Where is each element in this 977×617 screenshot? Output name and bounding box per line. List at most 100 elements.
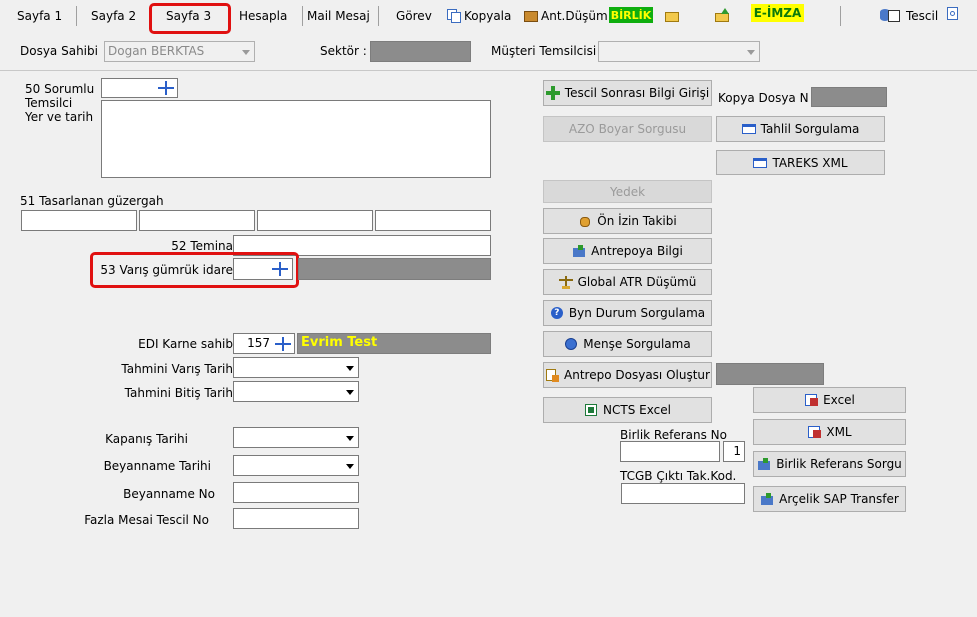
- copy-icon: [446, 8, 462, 24]
- kopya-dosya-label: Kopya Dosya N: [718, 91, 809, 105]
- f52-teminat-input[interactable]: [233, 235, 491, 256]
- kapanis-tarihi-label: Kapanış Tarihi: [105, 432, 188, 446]
- ant-dusum-button[interactable]: Ant.Düşüm: [523, 6, 608, 26]
- global-atr-button[interactable]: Global ATR Düşümü: [543, 269, 712, 295]
- lookup-icon[interactable]: [271, 261, 289, 277]
- f51-label: 51 Tasarlanan güzergah: [20, 194, 164, 208]
- help-icon: ?: [550, 306, 564, 320]
- sektor-field[interactable]: [370, 41, 471, 62]
- birlik-referans-count[interactable]: 1: [723, 441, 745, 462]
- beyanname-no-input[interactable]: [233, 482, 359, 503]
- musteri-temsilcisi-select[interactable]: [598, 41, 760, 62]
- tescil-sonrasi-button[interactable]: Tescil Sonrası Bilgi Girişi: [543, 80, 712, 106]
- header-divider: [0, 70, 977, 71]
- f51-guzergah-input-4[interactable]: [375, 210, 491, 231]
- mense-sorgulama-button[interactable]: Menşe Sorgulama: [543, 331, 712, 357]
- ncts-excel-button[interactable]: NCTS Excel: [543, 397, 712, 423]
- chevron-down-icon: [346, 365, 354, 371]
- tareks-xml-button[interactable]: TAREKS XML: [716, 150, 885, 175]
- tab-sayfa-3[interactable]: Sayfa 3: [166, 9, 211, 23]
- preview-icon[interactable]: [945, 6, 961, 22]
- kopyala-button[interactable]: Kopyala: [446, 6, 511, 26]
- f50-label-line1: 50 Sorumlu: [25, 82, 95, 96]
- fazla-mesai-input[interactable]: [233, 508, 359, 529]
- excel-icon: [584, 403, 598, 417]
- folder-open-icon[interactable]: [664, 8, 680, 24]
- window-icon: [741, 122, 756, 136]
- chevron-down-icon: [346, 463, 354, 469]
- tahmini-bitis-select[interactable]: [233, 381, 359, 402]
- azo-boyar-button[interactable]: AZO Boyar Sorgusu: [543, 116, 712, 142]
- f53-varis-gumruk-input[interactable]: [233, 258, 293, 280]
- yedek-button[interactable]: Yedek: [543, 180, 712, 203]
- lookup-icon[interactable]: [274, 336, 292, 352]
- arcelik-sap-button[interactable]: Arçelik SAP Transfer: [753, 486, 906, 512]
- byn-durum-button[interactable]: ? Byn Durum Sorgulama: [543, 300, 712, 326]
- hand-icon: [578, 214, 592, 228]
- beyanname-tarihi-select[interactable]: [233, 455, 359, 476]
- mail-mesaj-menu[interactable]: Mail Mesaj: [307, 9, 370, 23]
- export-icon: [804, 393, 819, 407]
- excel-button[interactable]: Excel: [753, 387, 906, 413]
- f53-gumruk-name-field: [298, 258, 491, 280]
- toolbar-separator: [840, 6, 841, 26]
- birlik-referans-input[interactable]: [620, 441, 720, 462]
- f53-label: 53 Varış gümrük idare: [100, 263, 233, 277]
- dosya-sahibi-select[interactable]: Dogan BERKTAS: [104, 41, 255, 62]
- fazla-mesai-label: Fazla Mesai Tescil No: [84, 513, 209, 527]
- beyanname-no-label: Beyanname No: [123, 487, 215, 501]
- chevron-down-icon: [747, 49, 755, 55]
- menu-bar: Sayfa 1 Sayfa 2 Sayfa 3 Hesapla Mail Mes…: [0, 0, 977, 34]
- tahmini-bitis-label: Tahmini Bitiş Tarih: [124, 386, 233, 400]
- window-icon: [753, 156, 768, 170]
- on-izin-takibi-button[interactable]: Ön İzin Takibi: [543, 208, 712, 234]
- edi-karne-input[interactable]: 157: [233, 333, 295, 354]
- box-icon: [523, 8, 539, 24]
- tahlil-sorgulama-button[interactable]: Tahlil Sorgulama: [716, 116, 885, 142]
- menu-separator: [378, 6, 379, 26]
- tahmini-varis-select[interactable]: [233, 357, 359, 378]
- f51-guzergah-input-2[interactable]: [139, 210, 255, 231]
- warehouse-icon: [572, 244, 586, 258]
- f51-guzergah-input-3[interactable]: [257, 210, 373, 231]
- tahmini-varis-label: Tahmini Varış Tarih: [121, 362, 233, 376]
- scale-icon: [558, 275, 573, 289]
- antrepo-dosyasi-button[interactable]: Antrepo Dosyası Oluştur: [543, 362, 712, 388]
- edi-karne-name-field: Evrim Test: [297, 333, 491, 354]
- folder-up-icon[interactable]: [714, 8, 730, 24]
- birlik-referans-label: Birlik Referans No: [620, 428, 727, 442]
- gorev-menu[interactable]: Görev: [396, 9, 432, 23]
- tcgb-input[interactable]: [621, 483, 745, 504]
- warehouse-icon: [757, 457, 771, 471]
- f50-code-input[interactable]: [101, 78, 178, 98]
- chevron-down-icon: [346, 389, 354, 395]
- chevron-down-icon: [242, 49, 250, 55]
- beyanname-tarihi-label: Beyanname Tarihi: [103, 459, 211, 473]
- hesapla-menu[interactable]: Hesapla: [239, 9, 287, 23]
- f50-label-line2: Temsilci: [25, 96, 73, 110]
- tab-sayfa-1[interactable]: Sayfa 1: [17, 9, 62, 23]
- xml-button[interactable]: XML: [753, 419, 906, 445]
- dosya-sahibi-label: Dosya Sahibi: [20, 44, 98, 58]
- tescil-checkbox[interactable]: [888, 10, 900, 22]
- menu-separator: [76, 6, 77, 26]
- menu-separator: [302, 6, 303, 26]
- tcgb-label: TCGB Çıktı Tak.Kod.: [620, 469, 737, 483]
- tab-sayfa-2[interactable]: Sayfa 2: [91, 9, 136, 23]
- f51-guzergah-input-1[interactable]: [21, 210, 137, 231]
- birlik-referans-sorgu-button[interactable]: Birlik Referans Sorgu: [753, 451, 906, 477]
- f50-yer-tarih-textarea[interactable]: [101, 100, 491, 178]
- e-imza-button[interactable]: E-İMZA: [751, 4, 804, 22]
- musteri-temsilcisi-label: Müşteri Temsilcisi: [491, 44, 597, 58]
- antrepoya-bilgi-button[interactable]: Antrepoya Bilgi: [543, 238, 712, 264]
- tescil-checkbox-group[interactable]: Tescil: [888, 6, 938, 26]
- edi-karne-label: EDI Karne sahib: [138, 337, 233, 351]
- kapanis-tarihi-select[interactable]: [233, 427, 359, 448]
- birlik-button[interactable]: BİRLİK: [609, 7, 653, 23]
- globe-icon: [564, 337, 578, 351]
- kopya-dosya-field: [811, 87, 887, 107]
- export-icon: [807, 425, 822, 439]
- document-add-icon: [545, 368, 560, 382]
- antrepo-dosyasi-field: [716, 363, 824, 385]
- lookup-icon[interactable]: [157, 80, 175, 96]
